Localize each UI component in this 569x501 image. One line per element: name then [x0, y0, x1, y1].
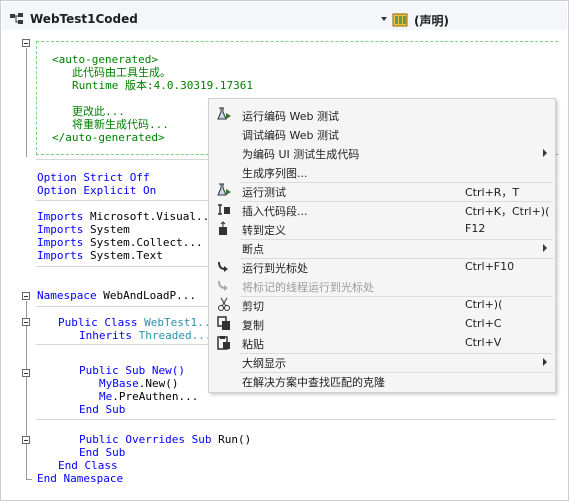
code-line: Imports System.Text [37, 249, 163, 262]
menu-item-shortcut: Ctrl+)( [465, 298, 503, 311]
menu-item-label: 在解决方案中查找匹配的克隆 [242, 376, 385, 389]
code-line: Imports Microsoft.Visual... [37, 210, 216, 223]
class-icon [10, 13, 23, 24]
collapse-icon[interactable] [22, 436, 30, 444]
code-line: MyBase.New() [99, 377, 179, 390]
divider [36, 266, 208, 267]
menu-item-cut[interactable]: 剪切 Ctrl+)( [210, 295, 554, 314]
code-line: Public Overrides Sub Run() [79, 433, 252, 446]
divider [36, 200, 208, 201]
collapse-icon[interactable] [22, 292, 30, 300]
menu-item-label: 大纲显示 [242, 357, 286, 370]
menu-item-generate-sequence-diagram[interactable]: 生成序列图... [210, 162, 554, 181]
code-line: Option Strict Off [37, 171, 150, 184]
code-line: Option Explicit On [37, 184, 157, 197]
menu-item-label: 插入代码段... [242, 205, 308, 218]
collapse-icon[interactable] [22, 369, 30, 377]
outline-line [26, 479, 32, 480]
copy-icon [216, 316, 232, 331]
menu-item-shortcut: Ctrl+C [465, 317, 502, 330]
code-line: End Class [58, 459, 118, 472]
menu-item-label: 运行到光标处 [242, 262, 308, 275]
cut-icon [216, 297, 232, 312]
menu-item-label: 运行编码 Web 测试 [242, 110, 339, 123]
code-line: End Sub [79, 403, 126, 416]
outline-line [26, 48, 27, 157]
menu-item-run-to-cursor[interactable]: 运行到光标处 Ctrl+F10 [210, 257, 554, 276]
code-line: Me.PreAuthen... [99, 390, 199, 403]
code-line: 将重新生成代码... [72, 118, 169, 131]
code-line: 更改此... [72, 105, 125, 118]
run-flagged-threads-icon [216, 278, 232, 293]
menu-item-run-tests[interactable]: 运行测试 Ctrl+R，T [210, 181, 554, 200]
menu-item-shortcut: Ctrl+V [465, 336, 502, 349]
code-line: Inherits Threaded... [79, 329, 212, 342]
insert-snippet-icon [216, 202, 232, 217]
code-line: Imports System.Collect... [37, 236, 203, 249]
code-line: </auto-generated> [52, 131, 165, 144]
outline-line [26, 301, 27, 479]
collapse-icon[interactable] [22, 39, 30, 47]
menu-item-shortcut: Ctrl+R，T [465, 186, 520, 199]
divider [36, 306, 208, 307]
code-line: Public Sub New() [79, 364, 185, 377]
menu-item-label: 为编码 UI 测试生成代码 [242, 148, 360, 161]
menu-item-label: 断点 [242, 243, 264, 256]
code-line: Imports System [37, 223, 130, 236]
menu-item-find-matching-clones[interactable]: 在解决方案中查找匹配的克隆 [210, 371, 554, 390]
divider [36, 419, 556, 420]
menu-item-label: 复制 [242, 319, 264, 332]
menu-item-go-to-definition[interactable]: 转到定义 F12 [210, 219, 554, 238]
menu-item-paste[interactable]: 粘贴 Ctrl+V [210, 333, 554, 352]
code-line: Public Class WebTest1... [58, 316, 217, 329]
menu-item-shortcut: F12 [465, 222, 486, 235]
submenu-arrow-icon [543, 358, 547, 366]
menu-item-outlining[interactable]: 大纲显示 [210, 352, 554, 371]
code-line: Namespace WebAndLoadP... [37, 289, 196, 302]
chevron-down-icon[interactable] [381, 17, 387, 21]
code-line: End Sub [79, 446, 126, 459]
collapse-icon[interactable] [22, 318, 30, 326]
run-test-icon [216, 183, 232, 198]
run-to-cursor-icon [216, 259, 232, 274]
navigation-bar: WebTest1Coded (声明) [2, 2, 567, 30]
menu-item-shortcut: Ctrl+K，Ctrl+)( [465, 205, 550, 218]
member-dropdown[interactable]: (声明) [414, 12, 449, 29]
code-line: Runtime 版本:4.0.30319.17361 [72, 79, 253, 92]
menu-item-label: 生成序列图... [242, 167, 308, 180]
declarations-icon [392, 13, 408, 27]
submenu-arrow-icon [543, 149, 547, 157]
menu-item-label: 粘贴 [242, 338, 264, 351]
submenu-arrow-icon [543, 244, 547, 252]
code-line: 此代码由工具生成。 [72, 66, 171, 79]
divider [36, 344, 208, 345]
menu-item-generate-coded-ui-test[interactable]: 为编码 UI 测试生成代码 [210, 143, 554, 162]
menu-item-run-flagged-threads-to-cursor[interactable]: 将标记的线程运行到光标处 [210, 276, 554, 295]
menu-item-label: 剪切 [242, 300, 264, 313]
menu-item-label: 将标记的线程运行到光标处 [242, 281, 374, 294]
menu-item-label: 调试编码 Web 测试 [242, 129, 339, 142]
menu-item-copy[interactable]: 复制 Ctrl+C [210, 314, 554, 333]
menu-item-run-coded-web-test[interactable]: 运行编码 Web 测试 [210, 105, 554, 124]
run-test-icon [216, 107, 232, 122]
code-line: <auto-generated> [52, 53, 158, 66]
class-dropdown[interactable]: WebTest1Coded [30, 12, 138, 26]
menu-item-insert-snippet[interactable]: 插入代码段... Ctrl+K，Ctrl+)( [210, 200, 554, 219]
code-line: End Namespace [37, 472, 124, 485]
menu-item-breakpoint[interactable]: 断点 [210, 238, 554, 257]
context-menu: 运行编码 Web 测试 调试编码 Web 测试 为编码 UI 测试生成代码 生成… [208, 98, 556, 393]
go-to-definition-icon [216, 221, 232, 236]
paste-icon [216, 335, 232, 350]
menu-item-shortcut: Ctrl+F10 [465, 260, 515, 273]
menu-item-label: 运行测试 [242, 186, 286, 199]
menu-item-debug-coded-web-test[interactable]: 调试编码 Web 测试 [210, 124, 554, 143]
menu-item-label: 转到定义 [242, 224, 286, 237]
